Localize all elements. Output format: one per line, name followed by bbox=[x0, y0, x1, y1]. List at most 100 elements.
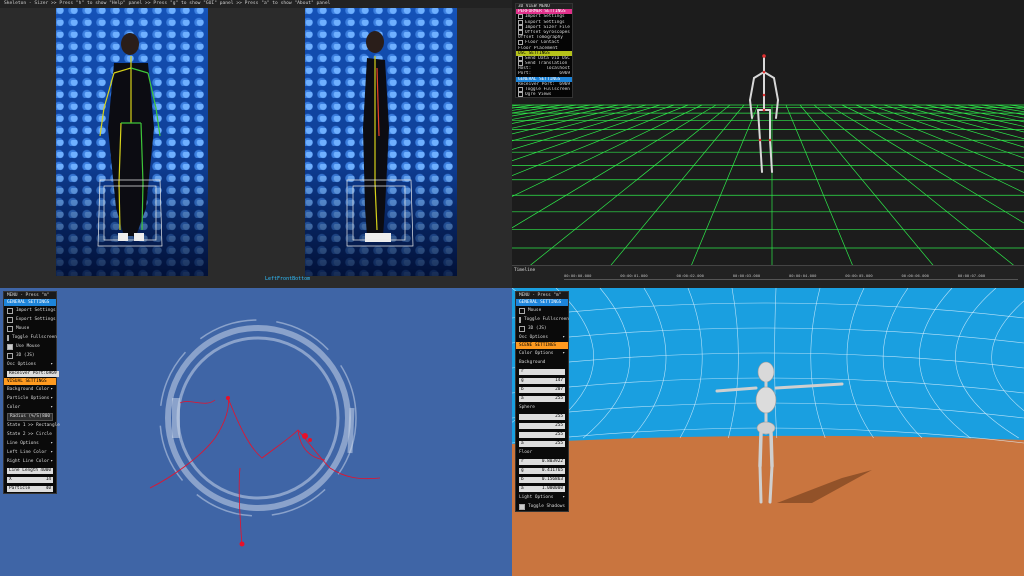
front-person-skeleton bbox=[97, 33, 163, 247]
panel-checkbox-row[interactable]: Use Mouse bbox=[4, 342, 56, 351]
slider-field[interactable]: 255 bbox=[519, 413, 565, 420]
panel-value-field[interactable]: a 255 bbox=[516, 394, 568, 403]
chevron-down-icon: ▾ bbox=[50, 450, 53, 455]
slider-field[interactable]: r bbox=[519, 368, 565, 375]
slider-field[interactable]: r 0.803922 bbox=[519, 458, 565, 465]
slider-field[interactable]: b 207 bbox=[519, 386, 565, 393]
panel-checkbox-row[interactable]: Export Settings bbox=[4, 315, 56, 324]
panel-checkbox-row[interactable]: Toggle Fullscreen bbox=[4, 333, 57, 342]
panel-value-field[interactable]: Receiver Port: 6969 bbox=[4, 369, 59, 378]
checkbox[interactable] bbox=[7, 316, 13, 323]
panel-value-field[interactable]: 255 bbox=[516, 412, 568, 421]
panel-value-field[interactable]: a 255 bbox=[516, 439, 568, 448]
side-camera-frame bbox=[305, 8, 457, 276]
panel-checkbox-row[interactable]: Toggle Fullscreen bbox=[516, 315, 569, 324]
group-label: Background Color bbox=[7, 387, 50, 392]
timeline[interactable]: Timeline 00:00:00.000 00:00:01.000 00:00:0… bbox=[512, 265, 1024, 288]
panel-value-field[interactable]: r 0.803922 bbox=[516, 457, 568, 466]
checkbox[interactable] bbox=[519, 325, 525, 332]
checkbox-label: 3D (JS) bbox=[16, 353, 35, 358]
slider-field[interactable]: X 14 bbox=[7, 476, 53, 483]
checkbox[interactable] bbox=[7, 307, 13, 314]
dome-scene-pane[interactable]: MENU - Press "m" GENERAL SETTINGS Mouse To… bbox=[512, 288, 1024, 576]
checkbox[interactable] bbox=[7, 352, 13, 359]
video-sizer-pane: Skeleton - Sizer >> Press "h" to show "H… bbox=[0, 0, 512, 288]
chevron-down-icon: ▾ bbox=[50, 405, 53, 410]
panel-checkbox-row[interactable]: Mouse bbox=[4, 324, 56, 333]
panel-value-field[interactable]: b 207 bbox=[516, 385, 568, 394]
panel-checkbox-row[interactable]: 3D (JS) bbox=[516, 324, 568, 333]
checkbox[interactable] bbox=[518, 92, 523, 98]
panel-group-toggle[interactable]: Left Line Color ▾ bbox=[4, 448, 56, 457]
panel-group-toggle[interactable]: Background Color ▾ bbox=[4, 385, 56, 394]
field-label: Receiver Port: bbox=[9, 370, 47, 376]
chevron-down-icon: ▾ bbox=[50, 387, 53, 392]
slider-field[interactable]: b 0.156863 bbox=[519, 476, 565, 483]
panel-group-toggle[interactable]: Line Options ▾ bbox=[4, 439, 56, 448]
panel-group-toggle[interactable]: Osc Options ▾ bbox=[516, 333, 568, 342]
timeline-tick: 00:00:03.000 bbox=[732, 273, 761, 278]
panel-item: State 1 >> Rectangle bbox=[7, 423, 60, 428]
panel-group-toggle[interactable]: Light Options ▾ bbox=[516, 493, 568, 502]
field-label: b bbox=[521, 386, 524, 392]
checkbox[interactable] bbox=[519, 503, 525, 510]
field-label: g bbox=[521, 467, 524, 473]
checkbox[interactable] bbox=[519, 307, 525, 314]
panel-group-toggle[interactable]: Right Line Color ▾ bbox=[4, 457, 56, 466]
slider-field[interactable]: Radius (%/S) 800 bbox=[7, 412, 53, 421]
checkbox[interactable] bbox=[7, 325, 13, 332]
panel-value-field[interactable]: a 1.000000 bbox=[516, 484, 568, 493]
chevron-down-icon: ▾ bbox=[50, 362, 53, 367]
checkbox[interactable] bbox=[519, 316, 521, 323]
panel-group-toggle[interactable]: Color Options ▾ bbox=[516, 349, 568, 358]
panel-group-toggle[interactable]: Color ▾ bbox=[4, 403, 56, 412]
checkbox[interactable] bbox=[7, 343, 13, 350]
panel-value-field[interactable]: r bbox=[516, 367, 568, 376]
panel-value-field[interactable]: 255 bbox=[516, 430, 568, 439]
panel-value-field[interactable]: g 147 bbox=[516, 376, 568, 385]
panel-value-field[interactable]: X 14 bbox=[4, 475, 56, 484]
checkbox[interactable] bbox=[7, 334, 9, 341]
field-value: 255 bbox=[555, 395, 563, 401]
field-value: 0.411765 bbox=[541, 467, 563, 473]
slider-field[interactable]: g 147 bbox=[519, 377, 565, 384]
panel-value-field[interactable]: b 0.156863 bbox=[516, 475, 568, 484]
slider-field[interactable]: Receiver Port: 6969 bbox=[7, 370, 59, 377]
slider-field[interactable]: a 255 bbox=[519, 440, 565, 447]
panel-value-field[interactable]: 255 bbox=[516, 421, 568, 430]
field-value: 255 bbox=[555, 431, 563, 437]
field-value: 207 bbox=[555, 386, 563, 392]
field-value: 255 bbox=[555, 440, 563, 446]
timeline-ruler[interactable]: 00:00:00.000 00:00:01.000 00:00:02.000 00:0… bbox=[564, 273, 1018, 280]
panel-checkbox-row[interactable]: Toggle Shadows bbox=[516, 502, 568, 511]
field-label: g bbox=[521, 377, 524, 383]
dome-scene-canvas bbox=[512, 288, 1024, 576]
slider-field[interactable]: a 1.000000 bbox=[519, 485, 565, 492]
panel-value-field[interactable]: g 0.411765 bbox=[516, 466, 568, 475]
field-label: r bbox=[521, 458, 524, 464]
3d-view-pane[interactable]: 3D VIEW MENU PERFORMER SETTINGS Import Se… bbox=[512, 0, 1024, 288]
panel-checkbox-row[interactable]: Import Settings bbox=[4, 306, 56, 315]
panel-value-field[interactable]: Particle 40 bbox=[4, 484, 56, 493]
slider-field[interactable]: 255 bbox=[519, 431, 565, 438]
menu-item[interactable]: Ogre Views bbox=[516, 92, 572, 98]
particle-menu-title: MENU - Press "m" bbox=[4, 292, 56, 299]
particle-view-pane[interactable]: MENU - Press "m" GENERAL SETTINGS Import … bbox=[0, 288, 512, 576]
slider-field[interactable]: g 0.411765 bbox=[519, 467, 565, 474]
menu-item-label: Ogre Views bbox=[525, 92, 552, 98]
timeline-tick: 00:00:04.000 bbox=[789, 273, 817, 278]
slider-field[interactable]: a 255 bbox=[519, 395, 565, 402]
panel-checkbox-row[interactable]: Mouse bbox=[516, 306, 568, 315]
scene-menu-title: MENU - Press "m" bbox=[516, 292, 568, 299]
slider-field[interactable]: Particle 40 bbox=[7, 485, 53, 492]
panel-item: State 2 >> Circle bbox=[7, 432, 52, 437]
slider-field[interactable]: 255 bbox=[519, 422, 565, 429]
panel-value-field[interactable]: Line Length 4000 bbox=[4, 466, 56, 475]
group-label: Left Line Color bbox=[7, 450, 47, 455]
panel-group-toggle[interactable]: Particle Options ▾ bbox=[4, 394, 56, 403]
panel-checkbox-row[interactable]: 3D (JS) bbox=[4, 351, 56, 360]
panel-group-toggle[interactable]: Osc Options ▾ bbox=[4, 360, 56, 369]
panel-value-field[interactable]: Radius (%/S) 800 bbox=[4, 412, 56, 421]
slider-field[interactable]: Line Length 4000 bbox=[7, 467, 53, 474]
group-label: Color Options bbox=[519, 351, 554, 356]
